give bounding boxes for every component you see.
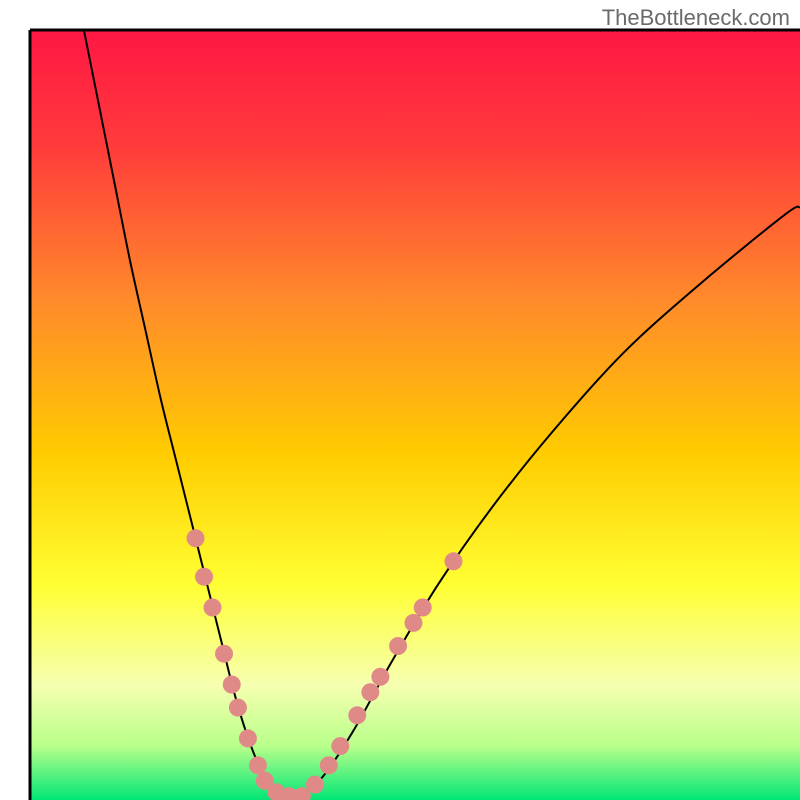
data-marker	[306, 776, 324, 794]
data-marker	[249, 756, 267, 774]
data-marker	[187, 529, 205, 547]
data-marker	[404, 614, 422, 632]
data-marker	[331, 737, 349, 755]
data-marker	[445, 552, 463, 570]
bottleneck-chart	[0, 0, 800, 800]
plot-gradient-background	[30, 30, 800, 800]
data-marker	[215, 645, 233, 663]
data-marker	[195, 568, 213, 586]
data-marker	[361, 683, 379, 701]
data-marker	[348, 706, 366, 724]
data-marker	[239, 729, 257, 747]
data-marker	[320, 756, 338, 774]
chart-container: TheBottleneck.com	[0, 0, 800, 800]
data-marker	[229, 699, 247, 717]
attribution-text: TheBottleneck.com	[602, 5, 790, 31]
data-marker	[389, 637, 407, 655]
data-marker	[223, 676, 241, 694]
data-marker	[203, 599, 221, 617]
data-marker	[371, 668, 389, 686]
data-marker	[414, 599, 432, 617]
